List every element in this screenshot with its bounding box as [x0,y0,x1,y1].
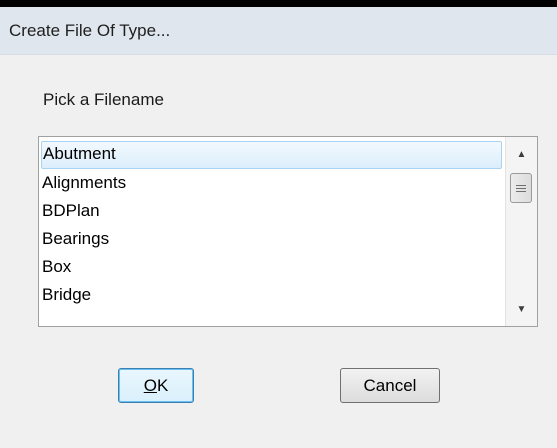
grip-line [516,184,526,186]
ok-button[interactable]: OK [118,368,194,403]
filename-list[interactable]: Abutment Alignments BDPlan Bearings Box Bridg… [39,137,504,326]
scroll-down-arrow-icon[interactable]: ▼ [506,298,537,320]
grip-line [516,187,526,189]
list-item[interactable]: Bridge [39,281,504,309]
list-item[interactable]: Abutment [41,141,502,169]
list-scrollbar[interactable]: ▲ ▼ [505,137,537,326]
window-top-edge [0,0,557,7]
filename-listbox[interactable]: Abutment Alignments BDPlan Bearings Box Bridg… [38,136,538,327]
cancel-button[interactable]: Cancel [340,368,440,403]
ok-mnemonic: O [143,375,157,395]
dialog-title-bar[interactable]: Create File Of Type... [0,7,557,55]
list-item[interactable]: Alignments [39,169,504,197]
cancel-button-label: Cancel [363,375,417,395]
ok-label-rest: K [156,375,169,395]
create-file-dialog: Create File Of Type... Pick a Filename A… [0,7,557,448]
scroll-up-arrow-icon[interactable]: ▲ [506,143,537,165]
ok-button-label: OK [144,376,169,396]
pick-filename-label: Pick a Filename [43,90,164,109]
grip-line [516,190,526,192]
dialog-title: Create File Of Type... [9,21,171,40]
list-item[interactable]: Bearings [39,225,504,253]
list-item[interactable]: BDPlan [39,197,504,225]
scroll-thumb[interactable] [510,173,532,203]
list-item[interactable]: Box [39,253,504,281]
